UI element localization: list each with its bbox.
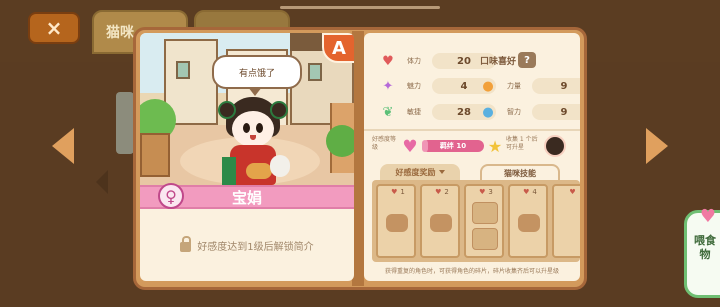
avatar [544, 135, 566, 157]
left-page: 有点饿了 A 宝娟 ♀ 好感度达到1级后解锁简介 [140, 33, 354, 281]
reward-card[interactable]: ♥ [552, 184, 580, 258]
heart-icon: ♥ [402, 137, 418, 157]
reward-icon [386, 214, 408, 232]
sparkle-icon: ✦ [382, 78, 394, 94]
stat-value: 9 [532, 104, 580, 120]
chevron-down-icon [438, 170, 445, 174]
character-sprite[interactable] [212, 93, 292, 185]
reward-card[interactable]: ♥ 1 [376, 184, 416, 258]
card-level-number: 4 [532, 188, 537, 196]
bush [326, 125, 354, 157]
close-icon: × [45, 16, 63, 40]
female-icon: ♀ [158, 183, 184, 209]
stat-agility: ❦ 敏捷 28 [380, 103, 496, 121]
back-arrow-icon [96, 170, 108, 194]
reward-slot [472, 228, 498, 250]
tab-affection-rewards[interactable]: 好感度奖励 [380, 164, 460, 180]
background-panel-fragment [116, 92, 134, 154]
stat-label: 力量 [507, 82, 521, 90]
heart-icon: ♥ [569, 188, 576, 196]
affection-bar-text: 羁绊 10 [439, 142, 467, 150]
tab-label: 好感度奖励 [395, 167, 436, 177]
stat-strength: ● 力量 9 [480, 77, 580, 95]
heart-icon: ♥ [382, 53, 394, 69]
close-button[interactable]: × [28, 12, 80, 44]
heart-icon: ♥ [523, 188, 530, 196]
stat-label: 魅力 [407, 82, 421, 90]
footer-note: 获得重复的角色时，可获得角色的碎片，碎片收集齐后可以升星级 [384, 268, 559, 275]
feed-button-label: 喂食物 [694, 234, 716, 261]
heart-icon: ♥ [391, 188, 398, 196]
reward-slot [472, 202, 498, 224]
card-level: ♥ [554, 188, 580, 196]
locked-bio: 好感度达到1级后解锁简介 [140, 233, 354, 257]
tab-cat-skills[interactable]: 猫咪技能 [480, 164, 560, 180]
right-page: ♥ 体力 20 ✦ 魅力 4 ❦ 敏捷 28 ● 力量 9 ● 智力 9 口味喜… [364, 33, 580, 281]
card-level: ♥ 2 [422, 188, 462, 196]
window [176, 61, 190, 79]
tab-label: 猫咪技能 [504, 168, 536, 178]
taste-preference-label: 口味喜好 [480, 56, 517, 67]
home-indicator [280, 6, 440, 9]
affection-level-label: 好感度等级 [372, 136, 397, 151]
character-sash [222, 157, 236, 185]
character-hair-bun [218, 101, 236, 119]
card-level: ♥ 1 [378, 188, 418, 196]
heart-icon: ♥ [479, 188, 486, 196]
reward-card[interactable]: ♥ 4 [508, 184, 548, 258]
reward-card[interactable]: ♥ 3 [464, 184, 504, 258]
divider [364, 129, 580, 131]
character-eye [243, 123, 250, 133]
speech-bubble: 有点饿了 [212, 55, 302, 89]
taste-preference-value[interactable]: ? [518, 52, 536, 68]
stat-label: 智力 [507, 108, 521, 116]
card-level-number: 2 [444, 188, 449, 196]
paw-icon: ● [482, 78, 494, 94]
card-level: ♥ 3 [466, 188, 506, 196]
card-level-number: 1 [400, 188, 405, 196]
card-level: ♥ 4 [510, 188, 550, 196]
stat-value: 9 [532, 78, 580, 94]
reward-icon [430, 214, 452, 232]
reward-card[interactable]: ♥ 2 [420, 184, 460, 258]
wing-icon: ❦ [382, 104, 394, 120]
next-arrow-icon[interactable] [646, 128, 668, 164]
stat-intelligence: ● 智力 9 [480, 103, 580, 121]
character-hair-bun [270, 101, 288, 119]
character-eye [256, 123, 263, 133]
card-level-number: 3 [488, 188, 493, 196]
heart-icon: ♥ [435, 188, 442, 196]
stat-stamina: ♥ 体力 20 [380, 52, 496, 70]
window [308, 63, 322, 81]
lock-icon [180, 236, 192, 252]
locked-bio-text: 好感度达到1级后解锁简介 [197, 241, 314, 253]
reward-icon [518, 214, 540, 232]
character-scene: 有点饿了 A [140, 33, 354, 185]
character-face [232, 111, 274, 147]
stat-charm: ✦ 魅力 4 [380, 77, 496, 95]
bulb-icon: ● [482, 104, 494, 120]
cat-companion [270, 155, 290, 177]
reward-card-list: ♥ 1 ♥ 2 ♥ 3 ♥ 4 ♥ [372, 180, 580, 262]
star-up-note: 收集 1 个后可升星 [506, 136, 538, 151]
planter [140, 133, 170, 177]
heart-icon: ♥ [699, 205, 717, 227]
food-item [246, 163, 272, 179]
grade-badge: A [322, 33, 354, 63]
prev-arrow-icon[interactable] [52, 128, 74, 164]
stat-label: 体力 [407, 57, 421, 65]
stat-label: 敏捷 [407, 108, 421, 116]
star-icon: ★ [487, 136, 503, 156]
